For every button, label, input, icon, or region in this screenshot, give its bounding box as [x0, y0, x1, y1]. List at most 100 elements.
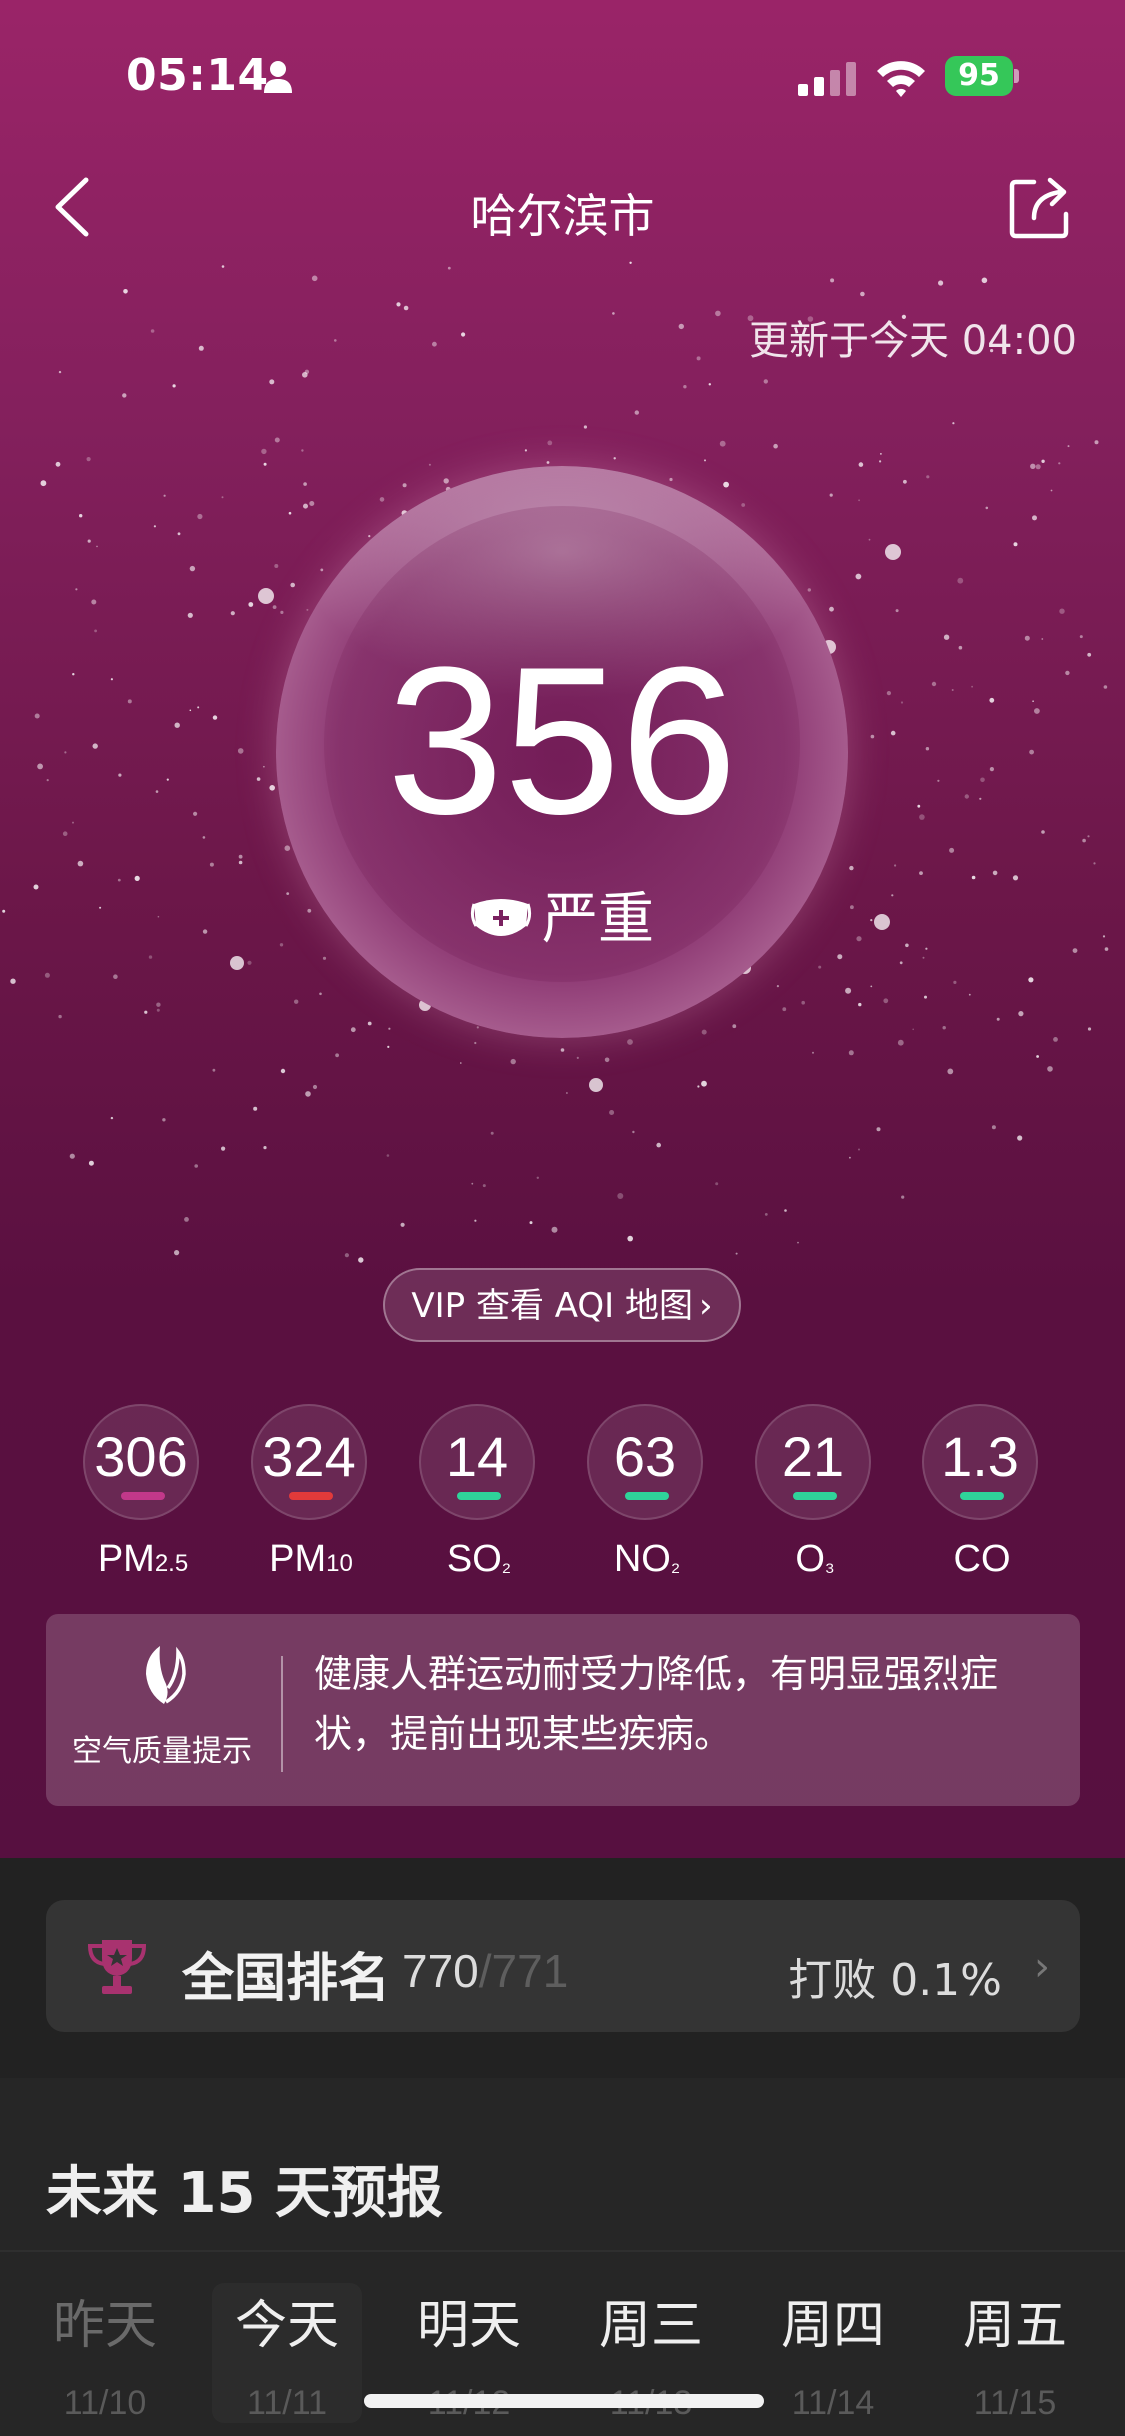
particle-dot [583, 425, 588, 429]
particle-dot [784, 1209, 787, 1212]
vip-aqi-map-button[interactable]: VIP 查看 AQI 地图 › [383, 1268, 741, 1342]
aqi-value: 356 [386, 623, 738, 858]
particle-dot [801, 1000, 805, 1005]
pollutant-name-text: PM [97, 1538, 155, 1580]
pollutant-o3[interactable]: 21 O₃ [755, 1404, 875, 1581]
particle-dot [812, 1051, 814, 1054]
tip-divider [281, 1656, 283, 1772]
particle-dot [886, 691, 892, 696]
particle-dot [876, 1127, 881, 1132]
signal-icon [798, 62, 856, 96]
particle-dot [46, 779, 49, 782]
particle-dot [172, 384, 176, 388]
particle-dot [1013, 542, 1018, 547]
particle-dot [209, 862, 214, 867]
particle-dot [368, 535, 371, 538]
forecast-day-yesterday[interactable]: 昨天 11/10 [30, 2283, 180, 2423]
particle-dot [40, 480, 47, 487]
particle-dot [263, 462, 267, 466]
pollutant-no2[interactable]: 63 NO₂ [587, 1404, 707, 1581]
particle-dot [118, 773, 122, 777]
particle-dot [903, 479, 907, 484]
particle-dot [134, 875, 140, 882]
pollutant-pm25[interactable]: 306 PM2.5 [83, 1404, 203, 1581]
particle-dot [280, 1068, 286, 1074]
particle-dot [320, 568, 324, 572]
aqi-level-label: 严重 [542, 887, 654, 952]
particle-dot [870, 919, 873, 922]
particle-dot [612, 312, 615, 315]
forecast-section: 未来 15 天预报 昨天 11/10 今天 11/11 明天 11/12 周三 … [0, 2078, 1125, 2436]
particle-dot [524, 449, 528, 452]
chevron-right-icon: › [699, 1286, 713, 1326]
particle-dot [979, 797, 982, 800]
particle-dot [566, 1092, 568, 1094]
particle-dot [367, 1021, 372, 1026]
particle-dot [1059, 608, 1065, 614]
pollutant-name-text: NO [613, 1538, 671, 1580]
particle-dot [845, 987, 852, 994]
particle-dot [96, 545, 98, 548]
national-ranking-card[interactable]: 全国排名 770/771 打败 0.1% › [46, 1900, 1080, 2032]
particle-dot [256, 777, 261, 781]
particle-dot [44, 972, 50, 978]
pollutant-value: 63 [613, 1425, 677, 1488]
particle-dot [807, 588, 811, 592]
screen: 05:14 95 哈尔滨市 更新于今天 04:00 356 严重 VIP 查看 … [0, 0, 1125, 2436]
particle-dot [110, 1116, 114, 1120]
particle-dot [735, 1252, 738, 1255]
particle-dot [697, 1085, 700, 1088]
particle-dot [197, 513, 203, 520]
particle-dot [1087, 652, 1092, 657]
particle-dot [953, 980, 957, 985]
day-date: 11/15 [973, 2384, 1057, 2422]
particle-dot [1017, 1135, 1023, 1141]
forecast-day-thu[interactable]: 周四 11/14 [758, 2283, 908, 2423]
pollutant-co[interactable]: 1.3 CO [922, 1404, 1042, 1581]
particle-dot [656, 1142, 661, 1148]
particle-dot [157, 915, 160, 918]
pollutant-name-sub: 10 [326, 1550, 353, 1577]
person-icon [264, 61, 292, 93]
particle-dot [312, 1084, 318, 1090]
pollutant-name-sub: ₂ [670, 1550, 681, 1577]
particle-dot [850, 905, 854, 910]
particle-dot [560, 1048, 565, 1052]
particle-dot [797, 1241, 799, 1244]
particle-dot [184, 1217, 189, 1222]
particle-dot [123, 289, 128, 294]
particle-dot [1028, 977, 1034, 983]
particle-dot [396, 302, 401, 307]
pollutant-pm10[interactable]: 324 PM10 [251, 1404, 371, 1581]
forecast-days: 昨天 11/10 今天 11/11 明天 11/12 周三 11/13 周四 1… [0, 2283, 1125, 2436]
particle-dot [388, 1027, 391, 1030]
particle-dot [212, 715, 218, 720]
particle-dot [1053, 1037, 1058, 1042]
day-date: 11/10 [63, 2384, 147, 2422]
pollutant-name: O₃ [755, 1538, 875, 1581]
particle-dot [387, 1045, 390, 1048]
pollutant-name-sub: ₂ [501, 1550, 512, 1577]
particle-dot [202, 836, 206, 839]
pollutant-name: CO [922, 1538, 1042, 1581]
particle-dot [144, 1010, 148, 1014]
particle-dot [248, 602, 254, 607]
particle-dot [37, 763, 43, 770]
forecast-day-fri[interactable]: 周五 11/15 [940, 2283, 1090, 2423]
particle-dot [428, 463, 431, 466]
particle-dot [1041, 830, 1045, 834]
particle-dot [1050, 489, 1053, 492]
particle-dot [261, 448, 267, 455]
particle-dot [894, 864, 897, 867]
particle-dot [1082, 838, 1086, 843]
tip-label: 空气质量提示 [72, 1734, 252, 1769]
pollutant-so2[interactable]: 14 SO₂ [419, 1404, 539, 1581]
particle-dot [202, 929, 208, 934]
home-indicator[interactable] [364, 2394, 764, 2408]
vip-button-label: VIP 查看 AQI 地图 [411, 1286, 694, 1326]
particle-dot [344, 1253, 349, 1258]
particle-dot [288, 511, 292, 515]
forecast-day-today[interactable]: 今天 11/11 [212, 2283, 362, 2423]
air-quality-tip-card: 空气质量提示 健康人群运动耐受力降低，有明显强烈症状，提前出现某些疾病。 [46, 1614, 1080, 1806]
share-button[interactable] [1008, 174, 1072, 240]
